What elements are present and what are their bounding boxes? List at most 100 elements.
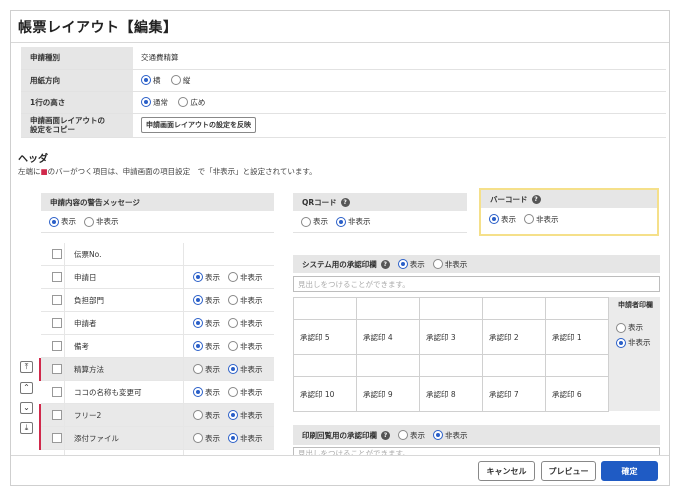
system-stamp-show-radio[interactable] xyxy=(397,259,408,269)
print-stamp-show-radio[interactable] xyxy=(398,430,408,440)
barcode-show-label[interactable]: 表示 xyxy=(501,214,516,225)
applicant-stamp-label: 申請者印欄 xyxy=(618,301,653,309)
field-show-label[interactable]: 表示 xyxy=(205,272,220,283)
field-hide-label[interactable]: 非表示 xyxy=(240,295,263,306)
field-checkbox[interactable] xyxy=(52,410,62,420)
field-show-label[interactable]: 表示 xyxy=(205,341,220,352)
move-bottom-icon[interactable]: ⤓ xyxy=(20,422,33,434)
warning-message-label: 申請内容の警告メッセージ xyxy=(50,197,140,207)
orientation-landscape-radio[interactable] xyxy=(141,75,151,85)
field-hide-radio[interactable] xyxy=(228,318,238,328)
note-prefix: 左端に xyxy=(18,167,41,176)
warning-hide-radio[interactable] xyxy=(84,216,94,227)
field-show-radio[interactable] xyxy=(193,272,203,282)
field-display-options: 表示 非表示 xyxy=(193,318,271,329)
field-hide-radio[interactable] xyxy=(228,364,238,374)
field-name: 添付ファイル xyxy=(74,433,119,443)
field-hide-radio[interactable] xyxy=(228,387,238,397)
applicant-hide-radio[interactable] xyxy=(616,337,626,348)
qr-show-radio[interactable] xyxy=(301,216,311,227)
warning-show-radio[interactable] xyxy=(49,216,59,227)
field-hide-radio[interactable] xyxy=(228,272,238,282)
cancel-button[interactable]: キャンセル xyxy=(478,461,535,481)
field-show-radio[interactable] xyxy=(193,433,203,443)
row-height-normal-label[interactable]: 通常 xyxy=(153,98,168,107)
row-height-normal-radio[interactable] xyxy=(141,97,151,107)
field-show-label[interactable]: 表示 xyxy=(205,410,220,421)
field-hide-label[interactable]: 非表示 xyxy=(240,410,263,421)
barcode-help-icon[interactable]: ? xyxy=(531,194,541,204)
field-show-radio[interactable] xyxy=(193,387,203,397)
field-checkbox[interactable] xyxy=(52,387,62,397)
field-show-radio[interactable] xyxy=(193,341,203,351)
field-checkbox[interactable] xyxy=(52,272,62,282)
applicant-hide-label[interactable]: 非表示 xyxy=(628,337,651,348)
confirm-button[interactable]: 確定 xyxy=(601,461,658,481)
barcode-hide-radio[interactable] xyxy=(524,214,534,224)
field-show-label[interactable]: 表示 xyxy=(205,295,220,306)
field-hide-radio[interactable] xyxy=(228,295,238,305)
field-show-radio[interactable] xyxy=(193,318,203,328)
field-show-radio[interactable] xyxy=(193,364,203,374)
field-hide-radio[interactable] xyxy=(228,341,238,351)
field-name: 備考 xyxy=(74,341,89,351)
warning-show-label[interactable]: 表示 xyxy=(61,216,76,227)
print-stamp-show-label[interactable]: 表示 xyxy=(410,430,425,441)
row-height-label: 1行の高さ xyxy=(21,91,133,114)
warning-hide-label[interactable]: 非表示 xyxy=(96,216,119,227)
move-top-icon[interactable]: ⤒ xyxy=(20,361,33,373)
preview-button[interactable]: プレビュー xyxy=(541,461,596,481)
field-checkbox[interactable] xyxy=(52,249,62,259)
system-stamp-header: システム用の承認印欄? 表示 非表示 xyxy=(293,255,660,273)
field-checkbox[interactable] xyxy=(52,295,62,305)
type-value: 交通費精算 xyxy=(133,47,666,70)
field-show-radio[interactable] xyxy=(193,410,203,420)
barcode-show-radio[interactable] xyxy=(489,214,499,224)
system-stamp-heading-input[interactable]: 見出しをつけることができます。 xyxy=(293,276,660,292)
field-hide-label[interactable]: 非表示 xyxy=(240,387,263,398)
layout-editor-window: 帳票レイアウト【編集】 申請種別 交通費精算 用紙方向 横 縦 1行の高さ 通常… xyxy=(10,10,670,486)
print-stamp-hide-label[interactable]: 非表示 xyxy=(445,430,468,441)
field-hide-label[interactable]: 非表示 xyxy=(240,272,263,283)
page-title: 帳票レイアウト【編集】 xyxy=(18,20,178,36)
system-stamp-show-label[interactable]: 表示 xyxy=(410,259,425,270)
stamp-band xyxy=(482,297,546,320)
field-checkbox[interactable] xyxy=(52,433,62,443)
qr-hide-label[interactable]: 非表示 xyxy=(348,216,371,227)
row-height-wide-radio[interactable] xyxy=(178,97,189,107)
system-stamp-hide-label[interactable]: 非表示 xyxy=(445,259,468,270)
field-checkbox[interactable] xyxy=(52,364,62,374)
orientation-landscape-label[interactable]: 横 xyxy=(153,76,161,85)
field-checkbox[interactable] xyxy=(52,341,62,351)
field-hide-label[interactable]: 非表示 xyxy=(240,341,263,352)
field-hide-radio[interactable] xyxy=(228,410,238,420)
move-up-icon[interactable]: ⌃ xyxy=(20,382,33,394)
row-height-wide-label[interactable]: 広め xyxy=(190,98,205,107)
field-hide-radio[interactable] xyxy=(228,433,238,443)
qr-code-header: QRコード? xyxy=(293,193,467,211)
system-stamp-hide-radio[interactable] xyxy=(432,259,443,269)
print-stamp-help-icon[interactable]: ? xyxy=(381,430,390,440)
field-checkbox[interactable] xyxy=(52,318,62,328)
applicant-show-label[interactable]: 表示 xyxy=(628,322,643,333)
system-stamp-help-icon[interactable]: ? xyxy=(380,259,390,269)
field-hide-label[interactable]: 非表示 xyxy=(240,433,263,444)
qr-show-label[interactable]: 表示 xyxy=(313,216,328,227)
field-hide-label[interactable]: 非表示 xyxy=(240,364,263,375)
orientation-portrait-label[interactable]: 縦 xyxy=(183,76,191,85)
field-show-label[interactable]: 表示 xyxy=(205,387,220,398)
field-show-label[interactable]: 表示 xyxy=(205,318,220,329)
qr-hide-radio[interactable] xyxy=(336,216,346,227)
print-stamp-hide-radio[interactable] xyxy=(433,430,443,440)
field-name: 負担部門 xyxy=(74,295,104,305)
applicant-show-radio[interactable] xyxy=(616,322,626,333)
orientation-portrait-radio[interactable] xyxy=(170,75,181,85)
barcode-hide-label[interactable]: 非表示 xyxy=(536,214,559,225)
field-show-label[interactable]: 表示 xyxy=(205,364,220,375)
qr-help-icon[interactable]: ? xyxy=(340,197,350,207)
field-show-label[interactable]: 表示 xyxy=(205,433,220,444)
move-down-icon[interactable]: ⌄ xyxy=(20,402,33,414)
field-show-radio[interactable] xyxy=(193,295,203,305)
copy-layout-button[interactable]: 申請画面レイアウトの設定を反映 xyxy=(141,117,256,133)
field-hide-label[interactable]: 非表示 xyxy=(240,318,263,329)
